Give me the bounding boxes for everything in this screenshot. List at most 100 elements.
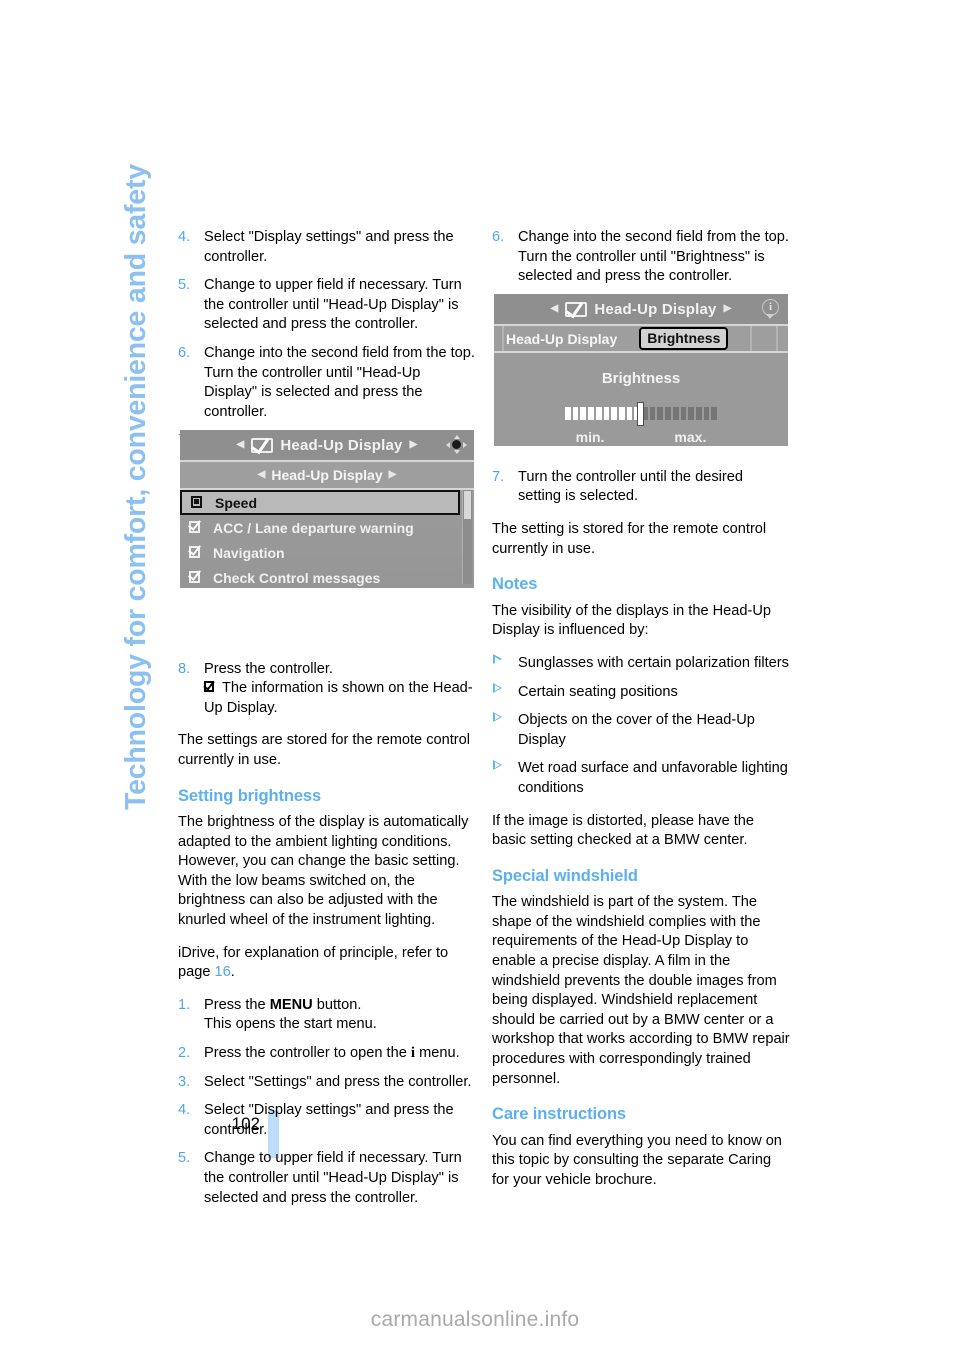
chapter-tab: Technology for comfort, convenience and …	[108, 164, 164, 810]
step-item: 8. Press the controller. The information…	[178, 660, 476, 719]
brightness-slider[interactable]	[494, 401, 788, 426]
list-item: Sunglasses with certain polarization fil…	[492, 654, 790, 674]
list-item-label: Sunglasses with certain polarization fil…	[518, 654, 789, 671]
tab-brightness[interactable]: Brightness	[639, 327, 729, 350]
page-reference-link[interactable]: 16	[215, 964, 231, 980]
step-item: 1. Press the MENU button. This opens the…	[178, 996, 476, 1035]
checkbox-checked-icon[interactable]	[188, 517, 205, 534]
step-text: Select "Display settings" and press the …	[204, 1102, 454, 1138]
step-item: 3. Select "Settings" and press the contr…	[178, 1073, 476, 1093]
idrive-reference: iDrive, for explanation of principle, re…	[178, 944, 476, 983]
care-paragraph: You can find everything you need to know…	[492, 1132, 782, 1188]
list-item-label: ACC / Lane departure warning	[213, 519, 414, 536]
list-item: Certain seating positions	[492, 683, 790, 703]
chevron-left-icon: ◀	[257, 469, 266, 480]
step-item: 5. Change to upper field if necessary. T…	[178, 1149, 476, 1208]
step-number: 5.	[178, 277, 191, 294]
list-item-label: Certain seating positions	[518, 683, 678, 700]
screen-topbar-title: Head-Up Display	[594, 300, 717, 318]
list-item-label: Check Control messages	[213, 569, 381, 586]
triangle-bullet-icon	[493, 759, 502, 771]
list-item[interactable]: Navigation	[180, 540, 474, 565]
manual-page: Technology for comfort, convenience and …	[0, 0, 960, 1358]
step-text: Select "Display settings" and press the …	[204, 229, 454, 265]
step-number: 6.	[492, 229, 505, 245]
list-item[interactable]: Check Control messages	[180, 565, 474, 588]
screen-topbar-title: Head-Up Display	[280, 436, 403, 454]
slider-knob[interactable]	[637, 401, 644, 426]
list-item[interactable]: Speed	[180, 490, 460, 515]
checkbox-checked-icon[interactable]	[188, 567, 205, 584]
list-item-label: Navigation	[213, 544, 285, 561]
step-item: 6. Change into the second field from the…	[178, 344, 476, 422]
step-8-list: 8. Press the controller. The information…	[178, 660, 476, 719]
step-number: 4.	[178, 229, 191, 245]
step-number: 1.	[178, 996, 191, 1013]
checkbox-unchecked-icon[interactable]	[191, 496, 207, 509]
tab-head-up-display[interactable]: Head-Up Display	[506, 331, 617, 347]
step-result-text: The information is shown on the Head-Up …	[204, 680, 473, 716]
step-result: The information is shown on the Head-Up …	[203, 678, 476, 718]
idrive-screen: ◀ Head-Up Display ▶ i Head-Up Display Br…	[494, 294, 788, 446]
step-text: Change into the second field from the to…	[518, 229, 789, 285]
step-item: 4. Select "Display settings" and press t…	[178, 1101, 476, 1140]
idrive-screen: ◀ Head-Up Display ▶ ◀ Head-Up Display ▶	[180, 430, 474, 588]
triangle-bullet-icon	[493, 654, 502, 665]
left-column: 4. Select "Display settings" and press t…	[178, 228, 476, 1221]
step-6-list: 6. Change into the second field from the…	[492, 228, 790, 287]
screen-subbar-title: Head-Up Display	[271, 467, 383, 483]
step-text: Change into the second field from the to…	[204, 344, 475, 420]
slider-min-label: min.	[575, 429, 605, 445]
list-item: Objects on the cover of the Head-Up Disp…	[492, 711, 790, 750]
controller-joystick-icon	[446, 435, 467, 454]
steps-list-bottom: 1. Press the MENU button. This opens the…	[178, 996, 476, 1208]
chevron-right-icon: ▶	[388, 469, 397, 480]
step-text: Change to upper field if necessary. Turn…	[204, 1150, 462, 1206]
stored-note-right: The setting is stored for the remote con…	[492, 520, 767, 557]
checkbox-checked-icon[interactable]	[188, 542, 205, 559]
chevron-right-icon: ▶	[409, 439, 418, 450]
notes-bullet-list: Sunglasses with certain polarization fil…	[492, 654, 790, 799]
windshield-paragraph: The windshield is part of the system. Th…	[492, 894, 790, 1087]
step-text: Change to upper field if necessary. Turn…	[204, 277, 462, 333]
chevron-down-icon	[766, 314, 774, 319]
step-number: 7.	[492, 468, 505, 485]
chevron-left-icon: ◀	[550, 303, 559, 314]
heading-setting-brightness: Setting brightness	[178, 786, 322, 805]
screen-topbar: ◀ Head-Up Display ▶	[180, 430, 474, 462]
step-text: Select "Settings" and press the controll…	[204, 1073, 472, 1090]
screen-subbar: ◀ Head-Up Display ▶	[180, 462, 474, 490]
screen-scrollbar[interactable]	[462, 490, 472, 584]
step-sub-text: This opens the start menu.	[204, 1016, 377, 1033]
step-item: 2. Press the controller to open the i me…	[178, 1044, 476, 1064]
menu-button-label: MENU	[269, 996, 313, 1013]
idrive-reference-suffix: .	[230, 964, 235, 981]
step-7-list: 7. Turn the controller until the desired…	[492, 468, 790, 507]
list-item-label: Wet road surface and unfavorable lightin…	[518, 760, 788, 796]
slider-range-labels: min. max.	[494, 429, 788, 445]
screen-topbar: ◀ Head-Up Display ▶ i	[494, 294, 788, 326]
step-number: 2.	[178, 1045, 191, 1062]
chevron-left-icon: ◀	[236, 439, 245, 450]
slider-max-label: max.	[674, 429, 707, 445]
step-number: 4.	[178, 1102, 191, 1119]
list-item[interactable]: ACC / Lane departure warning	[180, 515, 474, 540]
distorted-image-note: If the image is distorted, please have t…	[492, 812, 755, 849]
screen-subbar-title-group: ◀ Head-Up Display ▶	[258, 467, 397, 483]
heading-special-windshield: Special windshield	[492, 866, 638, 885]
scrollbar-thumb[interactable]	[464, 491, 471, 519]
step-text-before: Press the controller to open the	[204, 1045, 411, 1062]
step-item: 4. Select "Display settings" and press t…	[178, 228, 476, 267]
slider-track[interactable]	[565, 401, 718, 426]
stored-note-left: The settings are stored for the remote c…	[178, 732, 471, 768]
screen-topbar-title-group: ◀ Head-Up Display ▶	[237, 437, 418, 454]
step-text-before: Press the	[204, 996, 270, 1013]
list-item-label: Objects on the cover of the Head-Up Disp…	[518, 712, 755, 748]
step-item: 5. Change to upper field if necessary. T…	[178, 276, 476, 335]
site-watermark: carmanualsonline.info	[370, 1308, 580, 1331]
notes-intro: The visibility of the displays in the He…	[492, 602, 772, 639]
brightness-panel: Brightness min. max.	[494, 355, 788, 446]
figure-hud-information-list: ◀ Head-Up Display ▶ ◀ Head-Up Display ▶	[180, 430, 474, 588]
step-item: 7. Turn the controller until the desired…	[492, 468, 790, 507]
screen-option-list: Speed ACC / Lane departure warning Navig…	[180, 490, 474, 588]
